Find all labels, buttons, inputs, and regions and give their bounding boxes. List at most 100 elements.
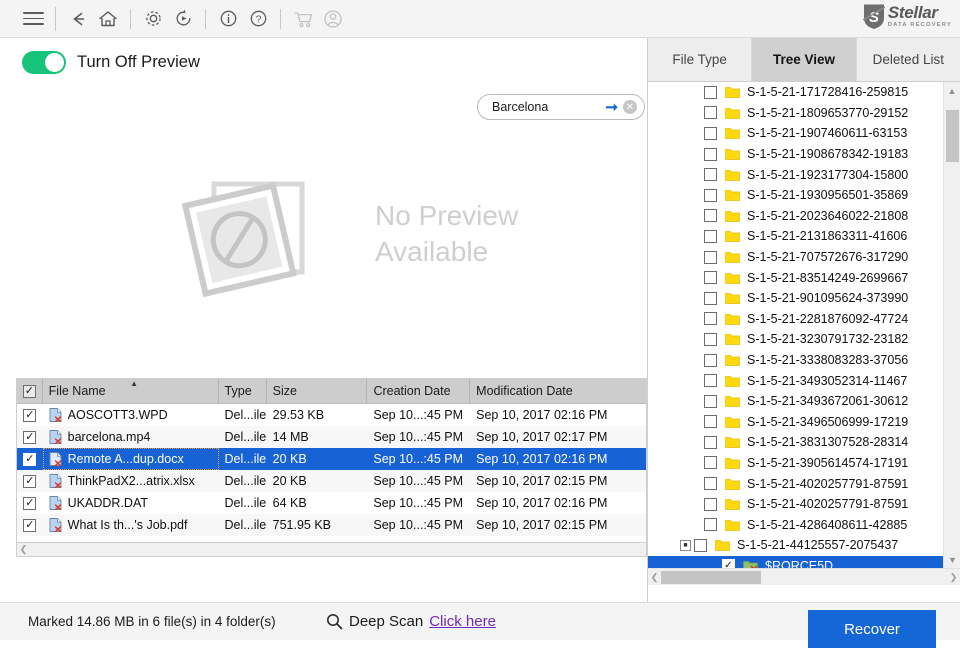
tree-node[interactable]: S-1-5-21-1809653770-29152 (648, 103, 943, 124)
tree-node-checkbox[interactable] (704, 126, 717, 140)
tree-node-checkbox[interactable] (704, 415, 717, 429)
tree-node[interactable]: S-1-5-21-1923177304-15800 (648, 164, 943, 185)
tree-node[interactable]: S-1-5-21-2281876092-47724 (648, 309, 943, 330)
tab-tree-view[interactable]: Tree View (752, 38, 857, 81)
tree-node-checkbox[interactable] (704, 209, 717, 223)
help-icon[interactable]: ? (243, 4, 273, 34)
home-icon[interactable] (93, 4, 123, 34)
column-header-creation-date[interactable]: Creation Date (367, 379, 471, 403)
resume-recovery-icon[interactable] (168, 4, 198, 34)
tab-file-type[interactable]: File Type (648, 38, 753, 81)
row-checkbox[interactable]: ✓ (23, 452, 37, 466)
table-row[interactable]: ✓ What Is th...'s Job.pdf Del...ile 751.95 … (17, 514, 646, 536)
column-header-modification-date[interactable]: Modification Date (470, 379, 646, 403)
tree-node-checkbox[interactable] (704, 291, 717, 305)
tree-node-checkbox[interactable] (704, 250, 717, 264)
row-checkbox-cell[interactable]: ✓ (17, 470, 43, 492)
tree-scroll-left-icon[interactable]: ❮ (648, 572, 661, 583)
tree-node-checkbox[interactable]: ✓ (722, 559, 735, 568)
tree-node[interactable]: S-1-5-21-3338083283-37056 (648, 350, 943, 371)
tree-node[interactable]: S-1-5-21-3496506999-17219 (648, 412, 943, 433)
recover-button[interactable]: Recover (808, 610, 936, 648)
table-row[interactable]: ✓ barcelona.mp4 Del...ile 14 MB Sep 10...:45… (17, 426, 646, 448)
tree-node[interactable]: S-1-5-21-1907460611-63153 (648, 123, 943, 144)
tree-node[interactable]: S-1-5-21-1908678342-19183 (648, 144, 943, 165)
tree-node[interactable]: S-1-5-21-3230791732-23182 (648, 329, 943, 350)
search-submit-icon[interactable]: ➞ (605, 100, 618, 115)
tree-node-checkbox[interactable] (704, 435, 717, 449)
tree-node-checkbox[interactable] (704, 518, 717, 532)
tree-node-checkbox[interactable] (704, 456, 717, 470)
tree-node[interactable]: S-1-5-21-4286408611-42885 (648, 514, 943, 535)
tree-node[interactable]: S-1-5-21-3905614574-17191 (648, 453, 943, 474)
tree-node-checkbox[interactable] (704, 353, 717, 367)
tree-node-checkbox[interactable] (704, 332, 717, 346)
tree-node-checkbox[interactable] (704, 188, 717, 202)
tree-node-checkbox[interactable] (704, 394, 717, 408)
tree-node[interactable]: S-1-5-21-707572676-317290 (648, 247, 943, 268)
tree-node[interactable]: S-1-5-21-2131863311-41606 (648, 226, 943, 247)
column-header-file-name[interactable]: File Name ▲ (43, 379, 219, 403)
tree-node-checkbox[interactable] (704, 271, 717, 285)
column-header-type[interactable]: Type (219, 379, 267, 403)
row-checkbox-cell[interactable]: ✓ (17, 448, 43, 470)
column-header-size[interactable]: Size (267, 379, 368, 403)
preview-switch-track[interactable] (22, 51, 66, 74)
hamburger-menu-icon[interactable] (18, 4, 48, 34)
tree-node-checkbox[interactable] (704, 312, 717, 326)
tree-node-checkbox[interactable] (704, 147, 717, 161)
account-icon[interactable] (318, 4, 348, 34)
deep-scan-link[interactable]: Click here (429, 613, 496, 630)
tree-vertical-scrollbar[interactable]: ▲ ▼ (943, 82, 960, 568)
table-row[interactable]: ✓ AOSCOTT3.WPD Del...ile 29.53 KB Sep 10...:… (17, 404, 646, 426)
scroll-up-icon[interactable]: ▲ (944, 82, 960, 99)
tab-deleted-list[interactable]: Deleted List (857, 38, 960, 81)
scroll-down-icon[interactable]: ▼ (944, 551, 960, 568)
row-checkbox[interactable]: ✓ (23, 430, 37, 444)
tree-node[interactable]: S-1-5-21-1930956501-35869 (648, 185, 943, 206)
expand-box-icon[interactable]: ■ (680, 539, 691, 551)
row-checkbox-cell[interactable]: ✓ (17, 492, 43, 514)
tree-horizontal-scrollbar[interactable]: ❮ ❯ (648, 568, 960, 585)
tree-hscroll-track[interactable] (661, 570, 947, 585)
tree-node-checkbox[interactable] (704, 497, 717, 511)
tree-node-checkbox[interactable] (694, 538, 707, 552)
tree-node[interactable]: S-1-5-21-2023646022-21808 (648, 206, 943, 227)
cart-icon[interactable] (288, 4, 318, 34)
horizontal-scroll-thumb[interactable] (661, 570, 761, 584)
tree-node[interactable]: S-1-5-21-83514249-2699667 (648, 267, 943, 288)
tree-node[interactable]: S-1-5-21-3493052314-11467 (648, 370, 943, 391)
row-checkbox-cell[interactable]: ✓ (17, 426, 43, 448)
table-row[interactable]: ✓ UKADDR.DAT Del...ile 64 KB Sep 10...:45 PM… (17, 492, 646, 514)
tree-node-checkbox[interactable] (704, 229, 717, 243)
select-all-checkbox[interactable]: ✓ (22, 384, 36, 398)
tree-node-checkbox[interactable] (704, 477, 717, 491)
settings-gear-icon[interactable] (138, 4, 168, 34)
row-checkbox[interactable]: ✓ (23, 474, 37, 488)
scroll-left-icon[interactable]: ❮ (17, 544, 30, 555)
tree-node-checkbox[interactable] (704, 374, 717, 388)
info-icon[interactable] (213, 4, 243, 34)
turn-off-preview-toggle[interactable]: Turn Off Preview (22, 51, 200, 74)
tree-node[interactable]: ✓ $RORCE5D (648, 555, 943, 568)
row-checkbox[interactable]: ✓ (23, 408, 37, 422)
row-checkbox[interactable]: ✓ (23, 518, 37, 532)
search-box[interactable]: ➞ ✕ (477, 94, 645, 120)
tree-node[interactable]: S-1-5-21-4020257791-87591 (648, 473, 943, 494)
back-arrow-icon[interactable] (63, 4, 93, 34)
tree-node[interactable]: ▼■S-1-5-21-44125557-2075437 (648, 535, 943, 556)
row-checkbox-cell[interactable]: ✓ (17, 514, 43, 536)
tree-node[interactable]: S-1-5-21-3831307528-28314 (648, 432, 943, 453)
table-row[interactable]: ✓ Remote A...dup.docx Del...ile 20 KB Sep 10… (17, 448, 646, 470)
select-all-header[interactable]: ✓ (17, 379, 43, 403)
row-checkbox-cell[interactable]: ✓ (17, 404, 43, 426)
table-row[interactable]: ✓ ThinkPadX2...atrix.xlsx Del...ile 20 KB Se… (17, 470, 646, 492)
tree-node[interactable]: S-1-5-21-3493672061-30612 (648, 391, 943, 412)
tree-node-checkbox[interactable] (704, 106, 717, 120)
tree-node[interactable]: S-1-5-21-901095624-373990 (648, 288, 943, 309)
row-checkbox[interactable]: ✓ (23, 496, 37, 510)
tree-node-checkbox[interactable] (704, 85, 717, 99)
tree-node[interactable]: S-1-5-21-171728416-259815 (648, 82, 943, 103)
file-list-horizontal-scrollbar[interactable]: ❮ (16, 542, 647, 557)
tree-node[interactable]: S-1-5-21-4020257791-87591 (648, 494, 943, 515)
